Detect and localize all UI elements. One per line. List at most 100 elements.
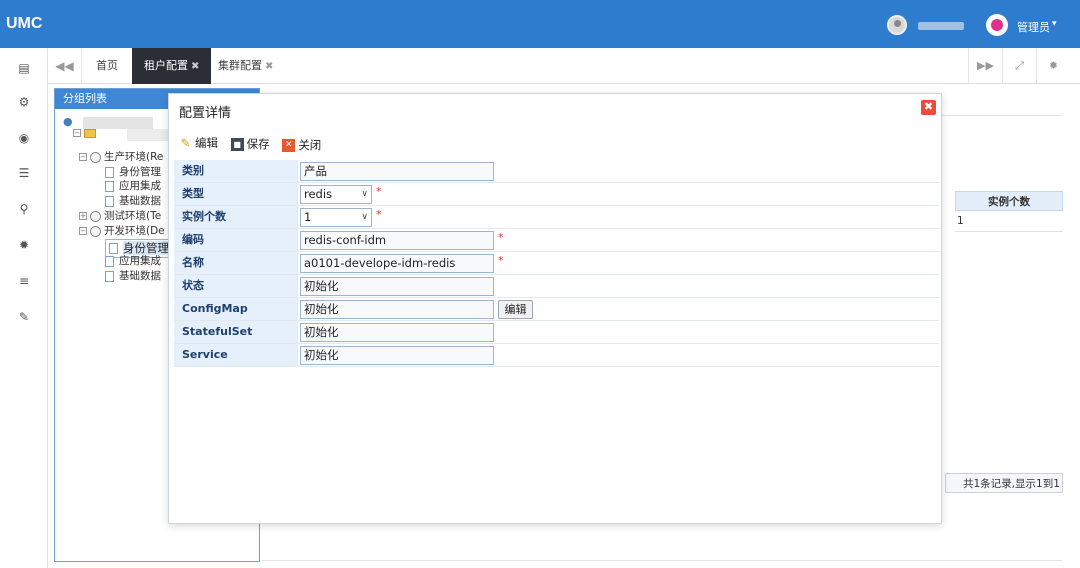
- collapse-icon[interactable]: −: [79, 227, 87, 235]
- configmap-edit-button[interactable]: 编辑: [498, 300, 533, 319]
- configmap-field[interactable]: 初始化: [300, 300, 494, 319]
- tree-node-leaf[interactable]: 基础数据: [105, 269, 161, 283]
- document-icon: [105, 180, 114, 192]
- user-name-blurred[interactable]: [918, 22, 964, 30]
- close-icon[interactable]: ✖: [191, 61, 199, 72]
- tree-node-env[interactable]: + 测试环境(Te: [79, 209, 161, 223]
- side-rail: ▤ ⚙ ◉ ☰ ⚲ ✹ ≡ ✎: [0, 48, 48, 568]
- status-field[interactable]: 初始化: [300, 277, 494, 296]
- expand-icon[interactable]: +: [79, 212, 87, 220]
- chevron-down-icon[interactable]: ▾: [1052, 19, 1057, 29]
- pager-summary: 共1条记录,显示1到1: [963, 478, 1060, 490]
- type-select-value: redis: [304, 187, 333, 201]
- collapse-icon[interactable]: −: [79, 153, 87, 161]
- id-card-icon[interactable]: ▤: [15, 60, 33, 76]
- collapse-icon[interactable]: −: [73, 129, 81, 137]
- save-icon: ■: [230, 137, 244, 151]
- tab-label: 集群配置: [218, 59, 262, 72]
- form-row-category: 类别 产品: [174, 160, 939, 183]
- form-row-status: 状态 初始化: [174, 275, 939, 298]
- field-label: StatefulSet: [174, 321, 297, 343]
- document-icon: [105, 255, 114, 267]
- required-mark: *: [498, 231, 504, 244]
- tree-node-leaf[interactable]: 身份管理: [105, 165, 161, 179]
- menu-icon[interactable]: ≡: [15, 273, 33, 289]
- bulb-icon: ●: [63, 115, 73, 128]
- service-field[interactable]: 初始化: [300, 346, 494, 365]
- document-icon: [105, 270, 114, 282]
- tab-scroll-left-icon[interactable]: ◀◀: [48, 48, 82, 84]
- tree-node-leaf[interactable]: 应用集成: [105, 254, 161, 268]
- dialog-toolbar: ✎ 编辑 ■ 保存 ✕ 关闭: [179, 135, 330, 153]
- type-select[interactable]: redis ∨: [300, 185, 372, 204]
- env-icon: [90, 151, 101, 163]
- close-icon[interactable]: ✖: [921, 100, 936, 115]
- field-label: 状态: [174, 275, 297, 297]
- close-button[interactable]: ✕ 关闭: [282, 137, 321, 153]
- grid-cell[interactable]: 1: [957, 215, 964, 227]
- grid-column-header[interactable]: 实例个数: [955, 191, 1063, 211]
- category-field[interactable]: 产品: [300, 162, 494, 181]
- tab-cluster-config[interactable]: 集群配置 ✖: [206, 48, 285, 84]
- edit-button[interactable]: ✎ 编辑: [179, 135, 218, 151]
- list-icon[interactable]: ☰: [15, 165, 33, 181]
- gears-icon[interactable]: ⚙: [15, 94, 33, 110]
- chevron-down-icon: ∨: [361, 212, 368, 222]
- form-row-name: 名称 a0101-develope-idm-redis *: [174, 252, 939, 275]
- tree-node-leaf[interactable]: 应用集成: [105, 179, 161, 193]
- close-icon[interactable]: ✖: [265, 61, 273, 72]
- tab-label: 租户配置: [144, 59, 188, 72]
- field-label: 类型: [174, 183, 297, 205]
- required-mark: *: [498, 254, 504, 267]
- tree-node-env[interactable]: − 生产环境(Re: [79, 150, 163, 164]
- admin-pin-icon[interactable]: [986, 14, 1008, 36]
- settings-icon[interactable]: ✹: [1036, 48, 1070, 84]
- document-icon: [105, 166, 114, 178]
- app-logo[interactable]: UMC: [6, 15, 42, 33]
- divider: [955, 231, 1063, 232]
- wrench-icon[interactable]: ✎: [15, 309, 33, 325]
- form-row-instance-count: 实例个数 1 ∨ *: [174, 206, 939, 229]
- env-icon: [90, 225, 101, 237]
- eye-icon[interactable]: ◉: [15, 130, 33, 146]
- field-label: 名称: [174, 252, 297, 274]
- tree-root-row[interactable]: −: [73, 126, 99, 140]
- dialog-title: 配置详情: [179, 106, 232, 121]
- document-icon: [105, 195, 114, 207]
- divider: [262, 560, 1062, 561]
- form-row-statefulset: StatefulSet 初始化: [174, 321, 939, 344]
- save-button-label: 保存: [246, 137, 270, 151]
- close-button-label: 关闭: [298, 138, 322, 152]
- field-label: Service: [174, 344, 297, 366]
- user-avatar[interactable]: [887, 15, 907, 35]
- tree-node-env[interactable]: − 开发环境(De: [79, 224, 165, 238]
- tree-node-leaf[interactable]: 基础数据: [105, 194, 161, 208]
- tab-tenant-config[interactable]: 租户配置 ✖: [132, 48, 212, 84]
- fullscreen-icon[interactable]: ⤢: [1002, 48, 1036, 84]
- field-label: ConfigMap: [174, 298, 297, 320]
- gear-icon[interactable]: ✹: [15, 237, 33, 253]
- statefulset-field[interactable]: 初始化: [300, 323, 494, 342]
- top-bar: UMC 管理员 ▾: [0, 0, 1080, 48]
- admin-menu-label[interactable]: 管理员: [1017, 19, 1050, 35]
- required-mark: *: [376, 185, 382, 198]
- name-field[interactable]: a0101-develope-idm-redis: [300, 254, 494, 273]
- field-label: 类别: [174, 160, 297, 182]
- folder-icon: [84, 128, 96, 138]
- form-row-service: Service 初始化: [174, 344, 939, 367]
- instance-count-select[interactable]: 1 ∨: [300, 208, 372, 227]
- save-button[interactable]: ■ 保存: [230, 136, 270, 152]
- document-icon: [109, 243, 118, 254]
- close-icon: ✕: [282, 138, 296, 152]
- code-field[interactable]: redis-conf-idm: [300, 231, 494, 250]
- form-row-configmap: ConfigMap 初始化 编辑: [174, 298, 939, 321]
- config-detail-dialog: 配置详情 ✖ ✎ 编辑 ■ 保存 ✕ 关闭 类别 产品 类型 redis ∨ * 实例个…: [168, 93, 942, 524]
- config-form: 类别 产品 类型 redis ∨ * 实例个数 1 ∨ * 编码 redis-con…: [174, 160, 939, 367]
- instance-count-select-value: 1: [304, 210, 312, 224]
- chevron-down-icon: ∨: [361, 189, 368, 199]
- sitemap-icon[interactable]: ⚲: [15, 201, 33, 217]
- edit-button-label: 编辑: [195, 136, 218, 150]
- tab-scroll-right-icon[interactable]: ▶▶: [968, 48, 1002, 84]
- tab-home[interactable]: 首页: [84, 48, 130, 84]
- divider: [942, 115, 1062, 116]
